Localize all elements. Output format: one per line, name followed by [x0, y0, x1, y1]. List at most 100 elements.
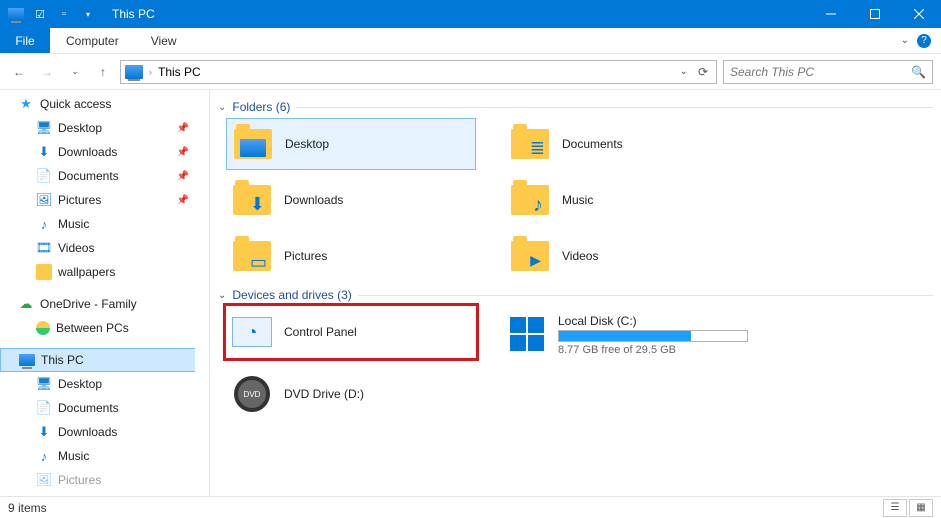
tab-computer[interactable]: Computer — [50, 28, 135, 53]
sidebar-onedrive[interactable]: ☁ OneDrive - Family — [0, 292, 209, 316]
sidebar-item-documents[interactable]: 📄 Documents 📌 — [0, 164, 209, 188]
desktop-icon: 🖥 — [36, 376, 52, 392]
folder-tile-desktop[interactable]: Desktop — [226, 118, 476, 170]
disk-free-text: 8.77 GB free of 29.5 GB — [558, 344, 748, 356]
pin-icon: 📌 — [177, 171, 189, 182]
folder-tile-videos[interactable]: Videos — [504, 230, 754, 282]
star-icon: ★ — [18, 96, 34, 112]
help-icon[interactable]: ? — [917, 34, 931, 48]
group-title: Devices and drives (3) — [232, 288, 351, 302]
control-panel-icon — [232, 317, 272, 347]
videos-icon: 🎞 — [36, 240, 52, 256]
ribbon-expand-icon[interactable]: ⌄ — [901, 35, 909, 46]
file-tab[interactable]: File — [0, 28, 50, 53]
content-pane: ⌄ Folders (6) Desktop Documents Download… — [210, 90, 941, 496]
folder-icon — [234, 129, 272, 159]
group-header-folders[interactable]: ⌄ Folders (6) — [218, 100, 933, 114]
folder-tile-music[interactable]: Music — [504, 174, 754, 226]
pin-icon: 📌 — [177, 147, 189, 158]
sidebar-item-pc-downloads[interactable]: ⬇ Downloads — [0, 420, 209, 444]
folder-icon — [233, 241, 271, 271]
close-button[interactable] — [897, 0, 941, 28]
qac-dropdown-icon[interactable]: ▾ — [78, 4, 98, 24]
sidebar-quick-access[interactable]: ★ Quick access — [0, 92, 209, 116]
sidebar-item-pictures[interactable]: 🖼 Pictures 📌 — [0, 188, 209, 212]
search-input[interactable] — [730, 65, 905, 79]
view-large-icons-button[interactable]: ▦ — [909, 499, 933, 517]
sidebar-item-music[interactable]: ♪ Music — [0, 212, 209, 236]
documents-icon: 📄 — [36, 400, 52, 416]
sidebar-label: Pictures — [58, 193, 101, 207]
sidebar-label: Between PCs — [56, 321, 129, 335]
folder-tile-downloads[interactable]: Downloads — [226, 174, 476, 226]
up-button[interactable]: ↑ — [92, 61, 114, 83]
tab-view[interactable]: View — [135, 28, 193, 53]
chevron-down-icon: ⌄ — [218, 290, 226, 301]
address-bar[interactable]: › ⌄ ⟳ — [120, 60, 717, 84]
dvd-icon: DVD — [234, 376, 270, 412]
group-header-drives[interactable]: ⌄ Devices and drives (3) — [218, 288, 933, 302]
sidebar-item-between-pcs[interactable]: Between PCs — [0, 316, 209, 340]
drive-tile-dvd[interactable]: DVD DVD Drive (D:) — [226, 368, 476, 420]
pin-icon: 📌 — [177, 195, 189, 206]
folder-tile-documents[interactable]: Documents — [504, 118, 754, 170]
drive-tile-control-panel[interactable]: Control Panel — [226, 306, 476, 358]
sidebar-item-videos[interactable]: 🎞 Videos — [0, 236, 209, 260]
address-pc-icon — [125, 65, 143, 79]
sidebar-item-pc-music[interactable]: ♪ Music — [0, 444, 209, 468]
sidebar-label: Pictures — [58, 473, 101, 487]
folder-icon — [511, 241, 549, 271]
drive-tile-local-disk[interactable]: Local Disk (C:) 8.77 GB free of 29.5 GB — [504, 306, 754, 364]
sidebar-label: Downloads — [58, 145, 117, 159]
folder-icon — [511, 129, 549, 159]
sidebar-item-downloads[interactable]: ⬇ Downloads 📌 — [0, 140, 209, 164]
downloads-icon: ⬇ — [36, 424, 52, 440]
maximize-button[interactable] — [853, 0, 897, 28]
pc-icon — [19, 352, 35, 368]
documents-icon: 📄 — [36, 168, 52, 184]
search-box[interactable]: 🔍 — [723, 60, 933, 84]
qac-newfolder-icon[interactable]: ▫ — [54, 4, 74, 24]
chevron-down-icon: ⌄ — [218, 102, 226, 113]
sidebar-item-pc-documents[interactable]: 📄 Documents — [0, 396, 209, 420]
group-title: Folders (6) — [232, 100, 290, 114]
forward-button[interactable]: → — [36, 61, 58, 83]
tile-label: Music — [562, 193, 593, 207]
view-details-button[interactable]: ☰ — [883, 499, 907, 517]
sidebar-this-pc[interactable]: This PC — [0, 348, 209, 372]
sidebar-item-wallpapers[interactable]: wallpapers — [0, 260, 209, 284]
sidebar-item-desktop[interactable]: 🖥 Desktop 📌 — [0, 116, 209, 140]
sidebar-label: Documents — [58, 169, 119, 183]
address-history-dropdown[interactable]: ⌄ — [680, 66, 688, 77]
minimize-button[interactable] — [809, 0, 853, 28]
status-text: 9 items — [8, 501, 47, 515]
music-icon: ♪ — [36, 216, 52, 232]
music-icon: ♪ — [36, 448, 52, 464]
pictures-icon: 🖼 — [36, 472, 52, 488]
sidebar-label: OneDrive - Family — [40, 297, 137, 311]
scroll-down-icon[interactable]: ▼ — [195, 482, 209, 496]
tile-label: Local Disk (C:) — [558, 314, 748, 328]
tile-label: Control Panel — [284, 325, 357, 339]
windows-icon — [510, 317, 546, 353]
folder-icon — [233, 185, 271, 215]
sidebar: ★ Quick access 🖥 Desktop 📌 ⬇ Downloads 📌… — [0, 90, 210, 496]
qac-properties-icon[interactable]: ☑ — [30, 4, 50, 24]
sidebar-item-pc-desktop[interactable]: 🖥 Desktop — [0, 372, 209, 396]
back-button[interactable]: ← — [8, 61, 30, 83]
sidebar-label: wallpapers — [58, 265, 115, 279]
pin-icon: 📌 — [177, 123, 189, 134]
folder-tile-pictures[interactable]: Pictures — [226, 230, 476, 282]
scroll-up-icon[interactable]: ▲ — [195, 90, 209, 104]
scrollbar-track[interactable] — [195, 90, 209, 496]
address-input[interactable] — [158, 65, 674, 79]
recent-dropdown[interactable]: ⌄ — [64, 61, 86, 83]
sidebar-item-pc-pictures[interactable]: 🖼 Pictures — [0, 468, 209, 492]
sidebar-label: Desktop — [58, 121, 102, 135]
address-chevron-icon: › — [149, 67, 152, 77]
scrollbar-thumb[interactable] — [196, 104, 208, 184]
tile-label: Videos — [562, 249, 598, 263]
window-title: This PC — [104, 7, 155, 21]
refresh-button[interactable]: ⟳ — [694, 65, 712, 79]
system-pc-icon — [6, 4, 26, 24]
